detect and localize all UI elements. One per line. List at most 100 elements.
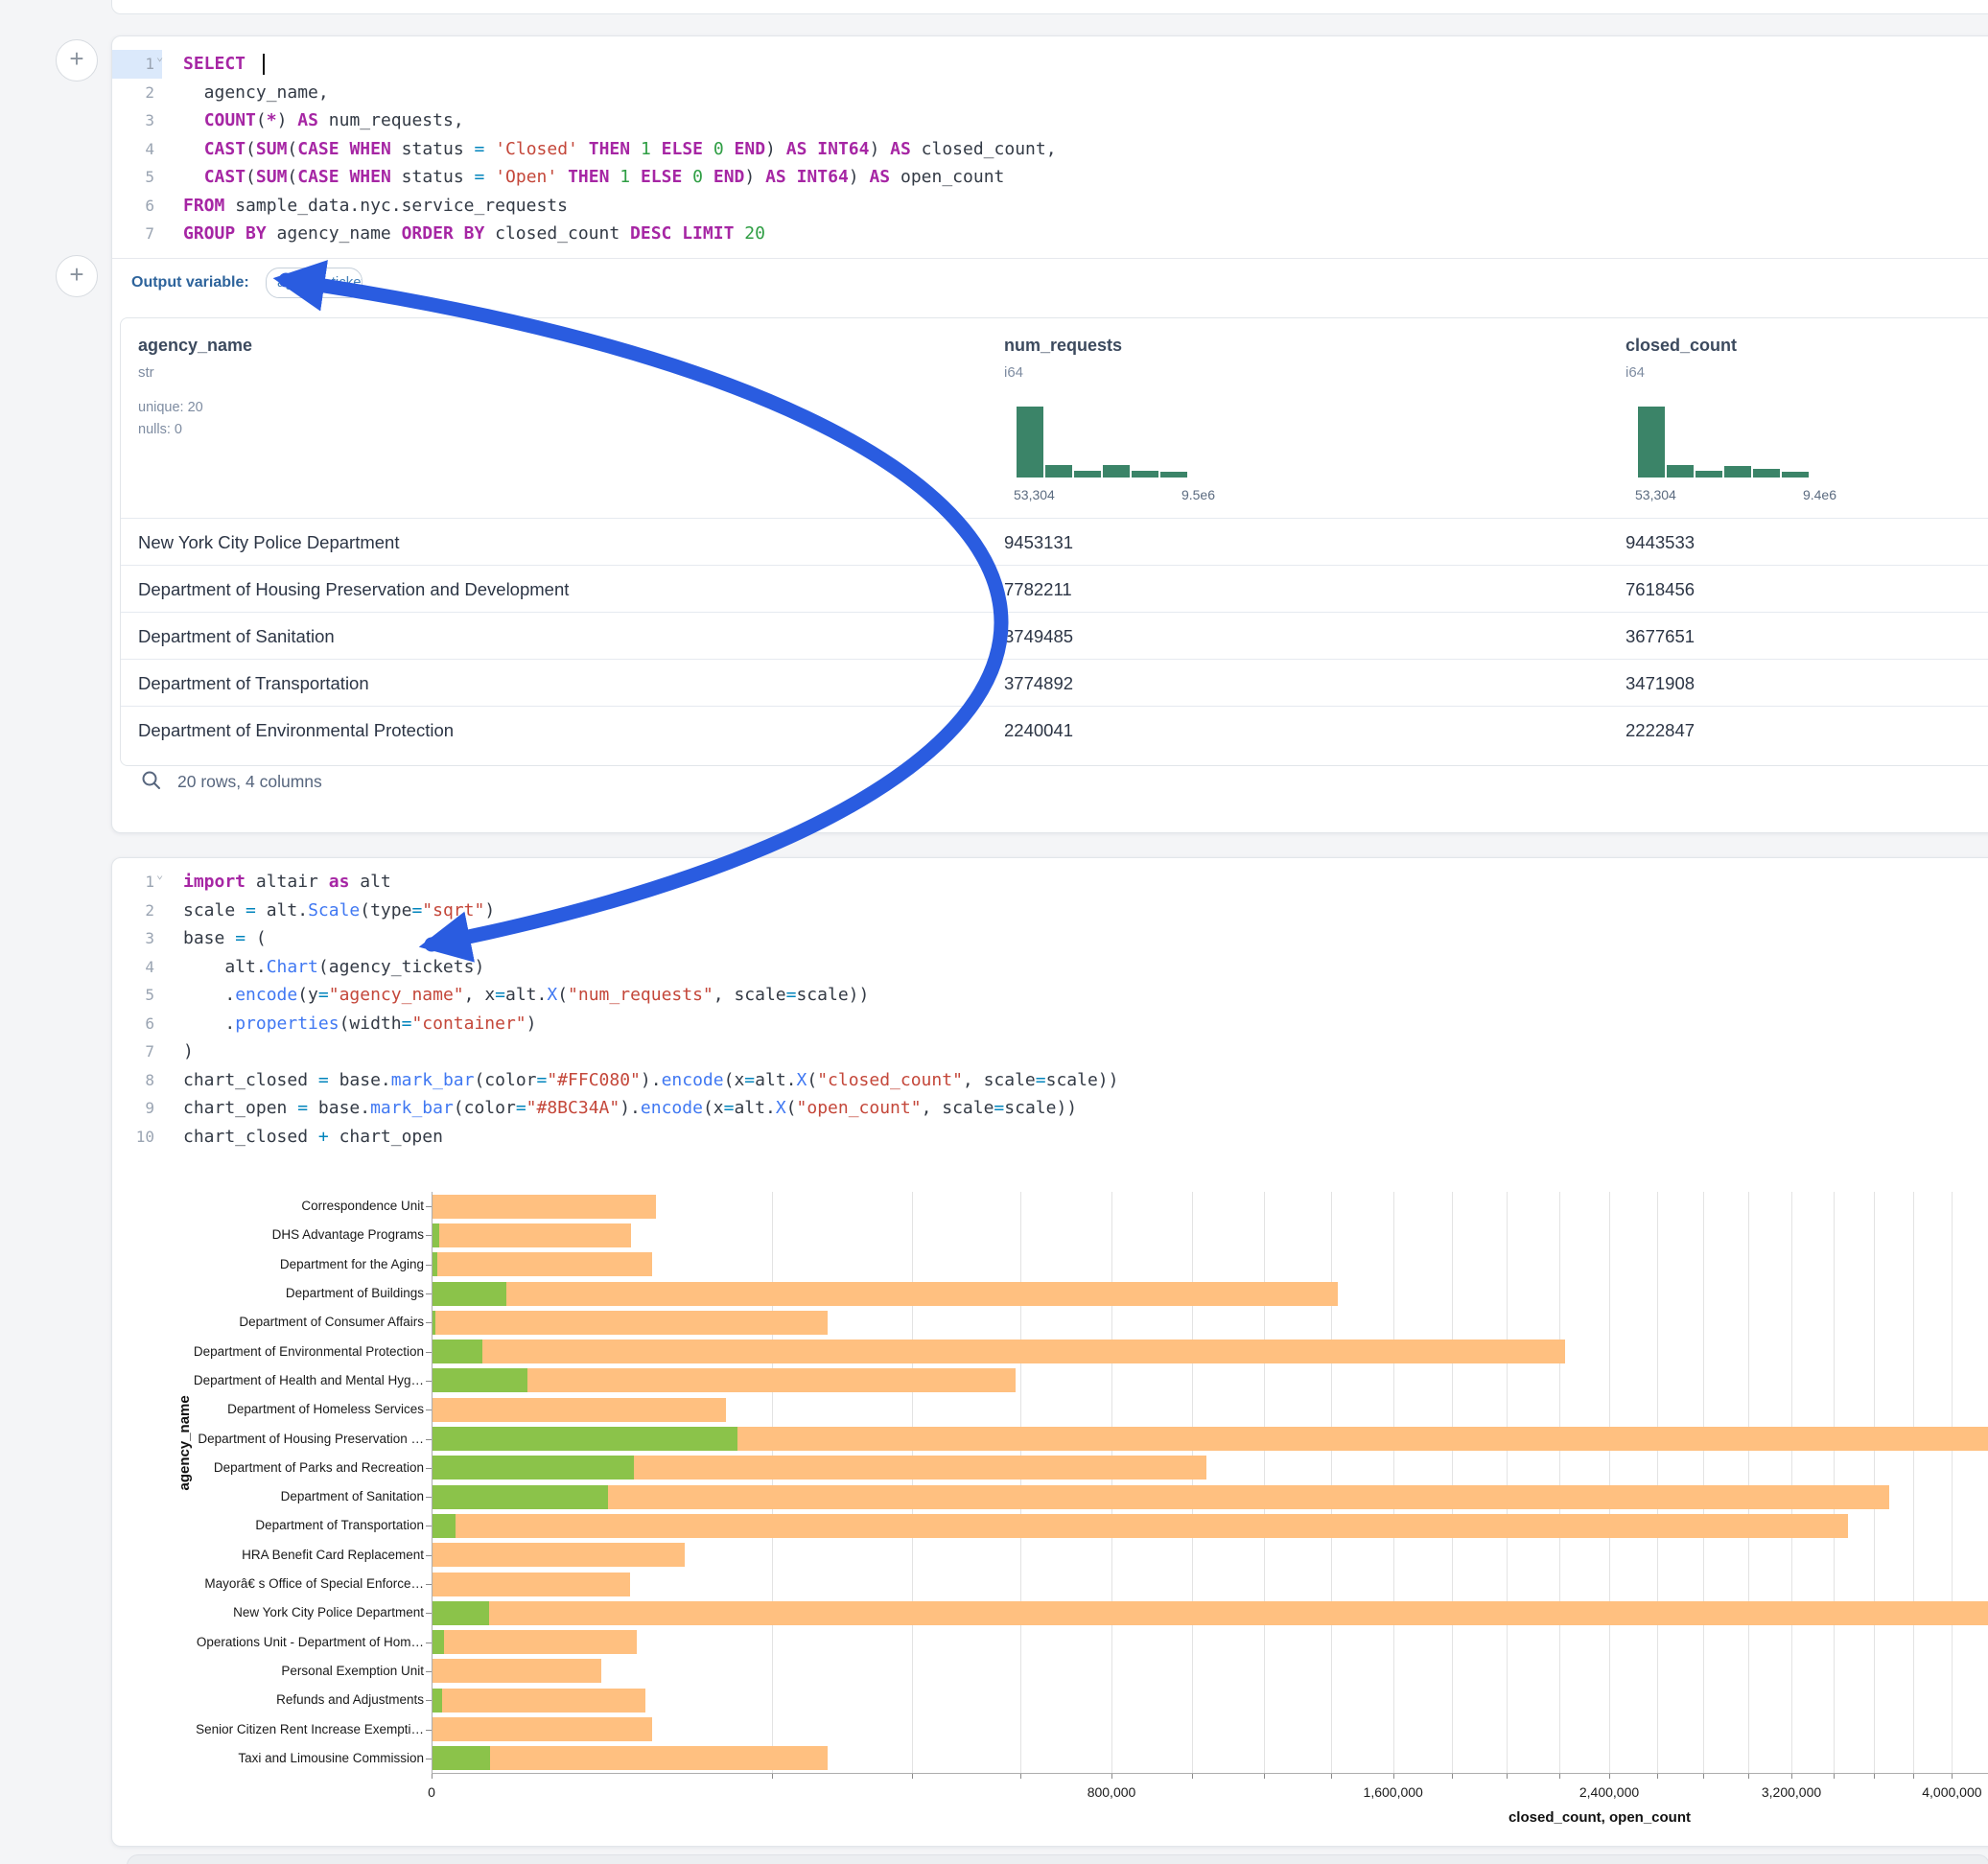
bar-open_count: [432, 1340, 482, 1363]
bar-closed_count: [432, 1195, 656, 1219]
code-token: ): [849, 167, 870, 187]
bar-open_count: [432, 1427, 737, 1451]
bar-closed_count: [432, 1282, 1338, 1306]
code-token: 1: [620, 167, 630, 187]
y-axis-label: Personal Exemption Unit: [111, 1664, 424, 1678]
code-token: ORDER BY: [402, 223, 485, 244]
python-cell: 1import altair as alt2scale = alt.Scale(…: [111, 857, 1988, 1847]
y-axis-label: DHS Advantage Programs: [111, 1227, 424, 1242]
table-row: Department of Environmental Protection 22…: [121, 706, 1988, 754]
column-header-closed-count[interactable]: closed_count: [1625, 336, 1737, 356]
search-icon[interactable]: [141, 770, 162, 791]
code-token: [807, 139, 817, 159]
code-token: [246, 54, 256, 74]
code-text: COUNT(*) AS num_requests,: [162, 106, 464, 135]
chart-gridline: [1952, 1192, 1953, 1773]
code-token: END: [735, 139, 766, 159]
bar-closed_count: [432, 1630, 637, 1654]
code-line[interactable]: 6FROM sample_data.nyc.service_requests: [112, 192, 1988, 221]
column-header-num-requests[interactable]: num_requests: [1004, 336, 1122, 356]
sql-cell: 1⌄SELECT 2 agency_name,3 COUNT(*) AS num…: [111, 35, 1988, 833]
chart-gridline: [1192, 1192, 1193, 1773]
chart-gridline: [1874, 1192, 1875, 1773]
code-line[interactable]: 5 CAST(SUM(CASE WHEN status = 'Open' THE…: [112, 163, 1988, 192]
chart-gridline: [1791, 1192, 1792, 1773]
histogram-bar: [1103, 465, 1130, 478]
code-line[interactable]: 1⌄SELECT: [112, 50, 1988, 79]
bar-closed_count: [432, 1601, 1988, 1625]
code-token: AS: [786, 139, 807, 159]
chart-gridline: [1507, 1192, 1508, 1773]
cell-agency-name: New York City Police Department: [138, 532, 399, 553]
y-axis-label: Mayorâ€ s Office of Special Enforce…: [111, 1576, 424, 1591]
code-token: (: [246, 167, 256, 187]
code-line[interactable]: 3 COUNT(*) AS num_requests,: [112, 106, 1988, 135]
code-token: =: [475, 139, 485, 159]
code-token: [630, 167, 641, 187]
y-axis-label: Department of Housing Preservation …: [111, 1432, 424, 1446]
histogram-bar: [1017, 407, 1043, 478]
add-cell-button-top[interactable]: +: [56, 39, 98, 82]
column-header-agency-name[interactable]: agency_name: [138, 336, 252, 356]
y-axis-label: Taxi and Limousine Commission: [111, 1751, 424, 1765]
code-token: open_count: [890, 167, 1004, 187]
chart-gridline: [1452, 1192, 1453, 1773]
code-text: SELECT: [162, 50, 265, 79]
y-axis-label: Department of Sanitation: [111, 1489, 424, 1503]
code-text: agency_name,: [162, 79, 329, 107]
cell-agency-name: Department of Environmental Protection: [138, 720, 454, 741]
cell-agency-name: Department of Transportation: [138, 673, 369, 694]
code-token: SUM: [256, 139, 288, 159]
code-token: ): [869, 139, 890, 159]
sql-code-editor[interactable]: 1⌄SELECT 2 agency_name,3 COUNT(*) AS num…: [112, 50, 1988, 248]
code-text: CAST(SUM(CASE WHEN status = 'Open' THEN …: [162, 163, 1004, 192]
cell-agency-name: Department of Sanitation: [138, 626, 335, 647]
y-axis-label: Department of Transportation: [111, 1518, 424, 1532]
code-token: THEN: [589, 139, 630, 159]
fold-chevron-icon[interactable]: ⌄: [156, 50, 163, 63]
code-token: 1: [641, 139, 651, 159]
code-line[interactable]: 7GROUP BY agency_name ORDER BY closed_co…: [112, 220, 1988, 248]
code-line[interactable]: 4 CAST(SUM(CASE WHEN status = 'Closed' T…: [112, 135, 1988, 164]
column-null-count: nulls: 0: [138, 422, 182, 437]
output-variable-pill[interactable]: agency_tickets: [266, 268, 363, 298]
code-token: COUNT: [204, 110, 256, 130]
code-token: [734, 223, 744, 244]
previous-cell-edge: [111, 0, 1988, 14]
table-preview: agency_name str unique: 20 nulls: 0 num_…: [120, 317, 1988, 766]
code-token: 'Closed': [495, 139, 578, 159]
histogram-bar: [1638, 407, 1665, 478]
cell-num-requests: 3774892: [1004, 673, 1073, 694]
code-token: WHEN: [349, 139, 390, 159]
bar-open_count: [432, 1630, 444, 1654]
num-requests-hist-max: 9.5e6: [1042, 487, 1215, 502]
code-token: ): [765, 139, 786, 159]
histogram-bar: [1160, 472, 1187, 478]
line-number: 3: [112, 106, 162, 135]
chart-gridline: [1657, 1192, 1658, 1773]
altair-chart: 0800,0001,600,0002,400,0003,200,0004,000…: [112, 858, 1988, 1846]
code-token: [682, 167, 692, 187]
output-variable-label: Output variable:: [131, 274, 249, 291]
bar-closed_count: [432, 1514, 1848, 1538]
code-token: CASE: [297, 167, 339, 187]
code-token: [630, 139, 641, 159]
histogram-bar: [1696, 471, 1722, 478]
column-type-closed-count: i64: [1625, 364, 1645, 381]
column-type-agency-name: str: [138, 364, 154, 381]
add-cell-button-output[interactable]: +: [56, 255, 98, 297]
code-line[interactable]: 2 agency_name,: [112, 79, 1988, 107]
cell-num-requests: 2240041: [1004, 720, 1073, 741]
code-token: [724, 139, 735, 159]
code-token: =: [475, 167, 485, 187]
code-token: [671, 223, 682, 244]
table-row-count: 20 rows, 4 columns: [177, 772, 322, 792]
x-axis-tick-label: 0: [428, 1784, 435, 1800]
y-axis-label: Senior Citizen Rent Increase Exempti…: [111, 1722, 424, 1736]
chart-gridline: [772, 1192, 773, 1773]
closed-count-hist-max: 9.4e6: [1664, 487, 1836, 502]
code-token: [609, 167, 620, 187]
cell-closed-count: 2222847: [1625, 720, 1695, 741]
line-number: 1: [112, 50, 162, 79]
code-text: FROM sample_data.nyc.service_requests: [162, 192, 568, 221]
